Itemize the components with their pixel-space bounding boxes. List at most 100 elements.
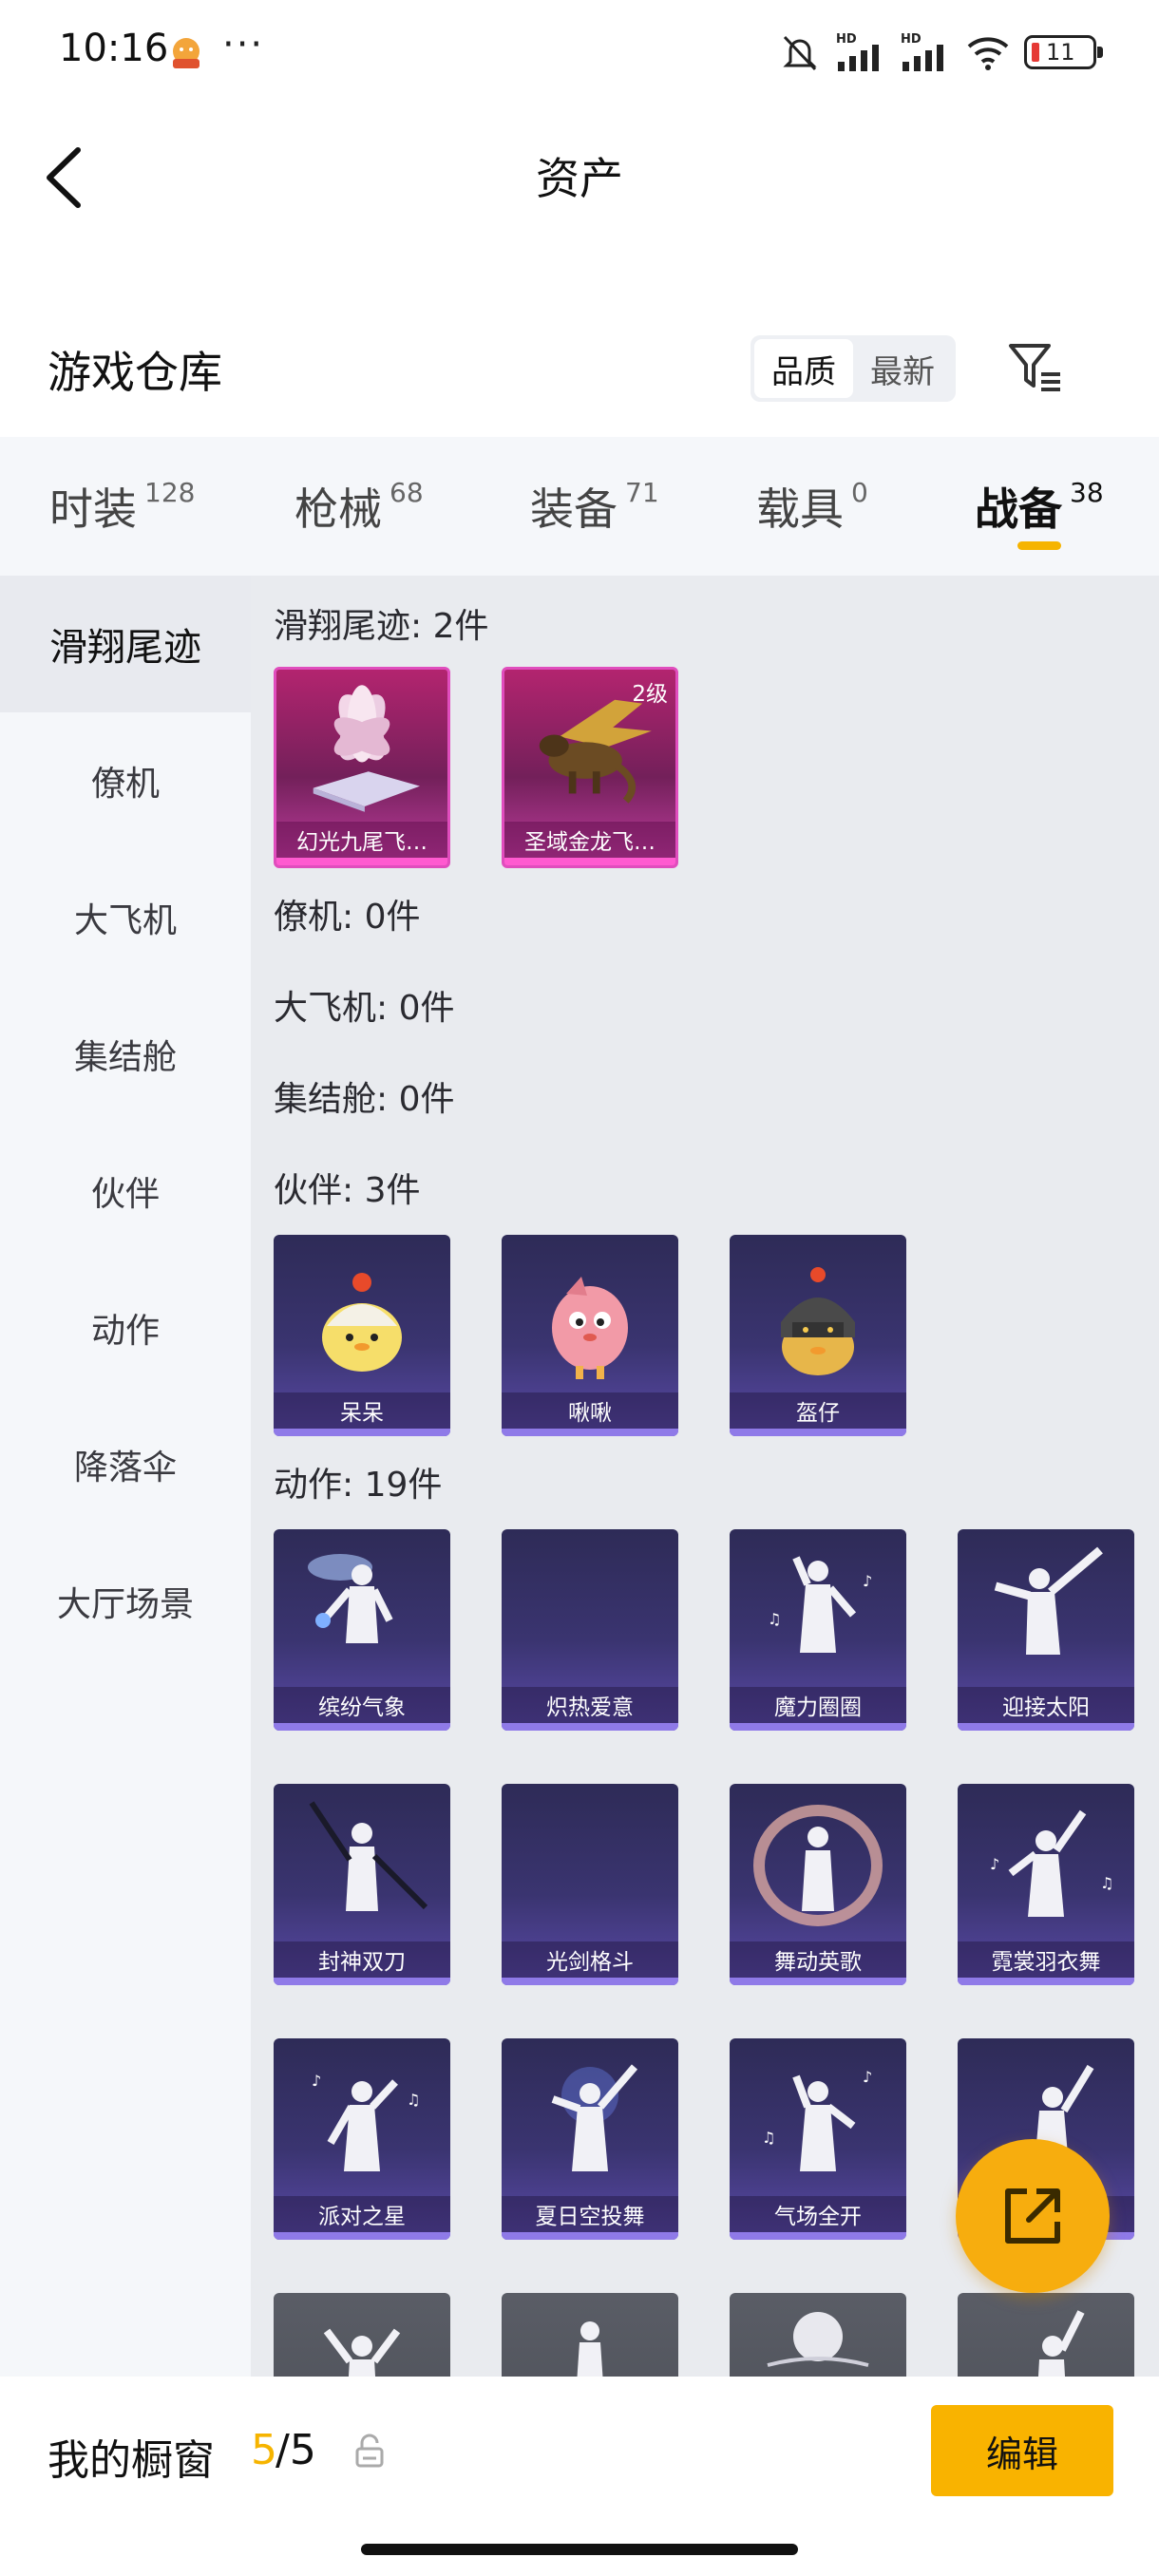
emote-figure-art xyxy=(1037,2310,1085,2377)
filter-icon[interactable] xyxy=(1005,336,1066,397)
category-tabs: 时装 128 枪械 68 装备 71 载具 0 战备 38 xyxy=(0,437,1159,576)
section-label-big-plane: 大飞机: 0件 xyxy=(274,989,455,1028)
tab-label: 载具 xyxy=(756,483,844,535)
svg-text:♪: ♪ xyxy=(312,2072,321,2090)
item-name: 舞动英歌 xyxy=(730,1941,906,1978)
emote-figure-art xyxy=(994,1546,1103,1655)
nine-tail-trail-art xyxy=(313,685,420,812)
sidebar-item-glide-trail[interactable]: 滑翔尾迹 xyxy=(0,576,251,712)
tab-count: 128 xyxy=(144,477,196,508)
lock-icon xyxy=(355,2434,384,2468)
item-card[interactable]: 2级 圣域金龙飞… xyxy=(502,667,678,868)
item-name: 光剑格斗 xyxy=(502,1941,678,1978)
item-card[interactable]: 盔仔 xyxy=(730,1235,906,1436)
status-time: 10:16 xyxy=(59,27,169,70)
tab-count: 68 xyxy=(390,477,424,508)
svg-text:HD: HD xyxy=(901,32,922,47)
app-notification-icon xyxy=(173,38,200,68)
emote-figure-art xyxy=(767,2312,869,2367)
emote-figure-art xyxy=(309,1801,428,1911)
tab-costume[interactable]: 时装 128 xyxy=(49,475,195,538)
item-card[interactable]: 迎接太阳 xyxy=(958,1529,1134,1731)
svg-text:♪: ♪ xyxy=(863,2068,872,2086)
tab-combat-prep[interactable]: 战备 38 xyxy=(975,475,1104,538)
sidebar-item-emote[interactable]: 动作 xyxy=(0,1260,251,1396)
item-card[interactable]: ♪ ♫ 魔力圈圈 xyxy=(730,1529,906,1731)
item-name: 迎接太阳 xyxy=(958,1687,1134,1723)
tab-label: 枪械 xyxy=(294,483,382,535)
svg-text:♪: ♪ xyxy=(990,1855,999,1873)
item-name: 盔仔 xyxy=(730,1392,906,1429)
emote-figure-art xyxy=(551,2064,638,2171)
section-label-wingman: 僚机: 0件 xyxy=(274,898,421,937)
signal-hd-icon: HD xyxy=(836,32,879,71)
chick-partner-art xyxy=(322,1273,402,1372)
edit-button[interactable]: 编辑 xyxy=(931,2405,1113,2496)
item-card[interactable]: 呆呆 xyxy=(274,1235,450,1436)
item-name: 炽热爱意 xyxy=(502,1687,678,1723)
active-tab-indicator xyxy=(1017,541,1061,550)
item-card[interactable]: 光剑格斗 xyxy=(502,1784,678,1985)
item-card[interactable]: 夏日空投舞 xyxy=(502,2038,678,2240)
item-card[interactable] xyxy=(730,2293,906,2377)
home-indicator[interactable] xyxy=(361,2544,798,2555)
share-button[interactable] xyxy=(956,2139,1110,2293)
item-name: 霓裳羽衣舞 xyxy=(958,1941,1134,1978)
item-name: 夏日空投舞 xyxy=(502,2196,678,2232)
sort-quality-option[interactable]: 品质 xyxy=(754,339,853,398)
tab-label: 战备 xyxy=(975,483,1062,535)
item-name: 缤纷气象 xyxy=(274,1687,450,1723)
emote-figure-art xyxy=(577,2321,603,2377)
item-name: 魔力圈圈 xyxy=(730,1687,906,1723)
emote-figure-art: ♪ ♫ xyxy=(762,2068,872,2171)
item-card[interactable] xyxy=(274,2293,450,2377)
emote-figure-art: ♪ ♫ xyxy=(312,2072,420,2171)
sidebar-item-lobby-scene[interactable]: 大厅场景 xyxy=(0,1533,251,1670)
item-name: 封神双刀 xyxy=(274,1941,450,1978)
item-card[interactable]: 缤纷气象 xyxy=(274,1529,450,1731)
item-card[interactable]: 啾啾 xyxy=(502,1235,678,1436)
sidebar-item-parachute[interactable]: 降落伞 xyxy=(0,1396,251,1533)
item-card[interactable]: ♪ ♫ 气场全开 xyxy=(730,2038,906,2240)
item-grid-area[interactable]: 滑翔尾迹: 2件 幻光九尾飞… 2级 圣域金龙飞… 僚机: 0件 大飞机: 0件… xyxy=(251,576,1159,2377)
item-card[interactable]: 炽热爱意 xyxy=(502,1529,678,1731)
tab-vehicles[interactable]: 载具 0 xyxy=(756,475,868,538)
status-right-icons: HD HD 11 xyxy=(777,30,1103,74)
sort-newest-option[interactable]: 最新 xyxy=(853,339,952,398)
sidebar-item-partner[interactable]: 伙伴 xyxy=(0,1123,251,1260)
svg-text:♫: ♫ xyxy=(762,2129,775,2147)
item-card[interactable]: 舞动英歌 xyxy=(730,1784,906,1985)
svg-text:♫: ♫ xyxy=(407,2091,420,2109)
status-bar: 10:16 ··· HD HD 11 xyxy=(0,0,1159,104)
warehouse-title: 游戏仓库 xyxy=(48,347,222,398)
showcase-used-count: 5 xyxy=(251,2426,277,2474)
emote-figure-art: ♪ ♫ xyxy=(990,1809,1113,1917)
item-card[interactable] xyxy=(958,2293,1134,2377)
pink-bird-partner-art xyxy=(552,1277,628,1379)
tab-equipment[interactable]: 装备 71 xyxy=(530,475,659,538)
item-name: 啾啾 xyxy=(502,1392,678,1429)
svg-text:♫: ♫ xyxy=(1100,1874,1113,1892)
battery-icon: 11 xyxy=(1024,35,1103,69)
item-card[interactable]: ♪ ♫ 霓裳羽衣舞 xyxy=(958,1784,1134,1985)
item-name: 圣域金龙飞… xyxy=(504,822,675,858)
tab-count: 71 xyxy=(625,477,659,508)
item-name: 派对之星 xyxy=(274,2196,450,2232)
section-label-emote: 动作: 19件 xyxy=(274,1466,443,1505)
item-card[interactable]: 封神双刀 xyxy=(274,1784,450,1985)
showcase-total-count: /5 xyxy=(276,2426,316,2474)
status-more-dots: ··· xyxy=(222,23,265,66)
tab-guns[interactable]: 枪械 68 xyxy=(294,475,424,538)
sidebar-item-big-plane[interactable]: 大飞机 xyxy=(0,849,251,986)
emote-figure-art xyxy=(753,1805,883,1926)
sidebar-item-assembly-pod[interactable]: 集结舱 xyxy=(0,986,251,1123)
share-external-icon xyxy=(1005,2188,1060,2244)
item-card[interactable] xyxy=(502,2293,678,2377)
sidebar-item-wingman[interactable]: 僚机 xyxy=(0,712,251,849)
tab-count: 0 xyxy=(851,477,868,508)
svg-text:♫: ♫ xyxy=(768,1610,781,1628)
item-card[interactable]: 幻光九尾飞… xyxy=(274,667,450,868)
signal-hd-icon: HD xyxy=(901,32,943,71)
item-card[interactable]: ♪ ♫ 派对之星 xyxy=(274,2038,450,2240)
svg-text:HD: HD xyxy=(836,32,857,47)
